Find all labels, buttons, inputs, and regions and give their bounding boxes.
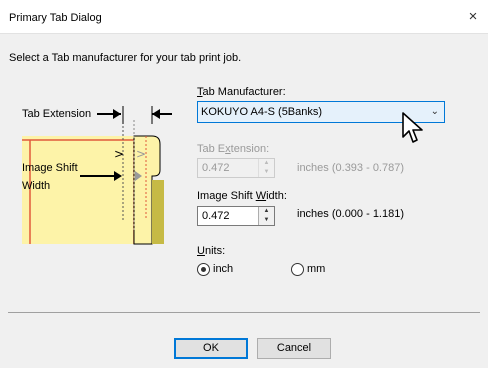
units-mm-label[interactable]: mm: [307, 263, 325, 275]
units-mm-radio[interactable]: [291, 263, 304, 276]
svg-text:>: >: [136, 147, 146, 161]
units-label: Units:: [197, 245, 226, 257]
ok-button[interactable]: OK: [174, 338, 248, 359]
mouse-cursor-icon: [402, 112, 424, 149]
tab-diagram: > > Tab Extension Image Shift Width: [22, 100, 182, 250]
chevron-down-icon: ⌄: [430, 106, 439, 117]
tab-extension-range: inches (0.393 - 0.787): [297, 162, 405, 174]
spin-down-icon[interactable]: ▼: [259, 216, 274, 225]
image-shift-caption-1: Image Shift: [22, 162, 78, 174]
instruction-text: Select a Tab manufacturer for your tab p…: [9, 52, 242, 64]
spin-down-icon: ▼: [263, 169, 270, 175]
spin-up-icon: ▲: [263, 160, 270, 166]
next-tab-shape: [152, 180, 164, 244]
cancel-button[interactable]: Cancel: [257, 338, 331, 359]
svg-text:>: >: [114, 147, 124, 161]
image-shift-spinner[interactable]: 0.472 ▲ ▼: [197, 206, 275, 226]
close-icon[interactable]: ×: [464, 8, 482, 26]
title-bar: Primary Tab Dialog ×: [0, 0, 488, 34]
tab-extension-value: 0.472: [202, 162, 230, 174]
tab-manufacturer-label: Tab Manufacturer:: [197, 86, 286, 98]
separator: [8, 312, 480, 313]
image-shift-caption-2: Width: [22, 180, 51, 192]
tab-extension-spinner: 0.472 ▲ ▼: [197, 158, 275, 178]
window-title: Primary Tab Dialog: [9, 12, 102, 24]
tab-extension-label: Tab Extension:: [197, 143, 270, 155]
units-inch-label[interactable]: inch: [213, 263, 233, 275]
image-shift-range: inches (0.000 - 1.181): [297, 208, 405, 220]
spin-up-icon[interactable]: ▲: [259, 207, 274, 216]
tab-manufacturer-value: KOKUYO A4-S (5Banks): [201, 106, 323, 118]
image-shift-value[interactable]: 0.472: [202, 210, 230, 222]
units-inch-radio[interactable]: [197, 263, 210, 276]
tab-diagram-graphic: > >: [22, 106, 172, 245]
image-shift-label: Image Shift Width:: [197, 190, 287, 202]
tab-extension-caption: Tab Extension: [22, 108, 92, 120]
